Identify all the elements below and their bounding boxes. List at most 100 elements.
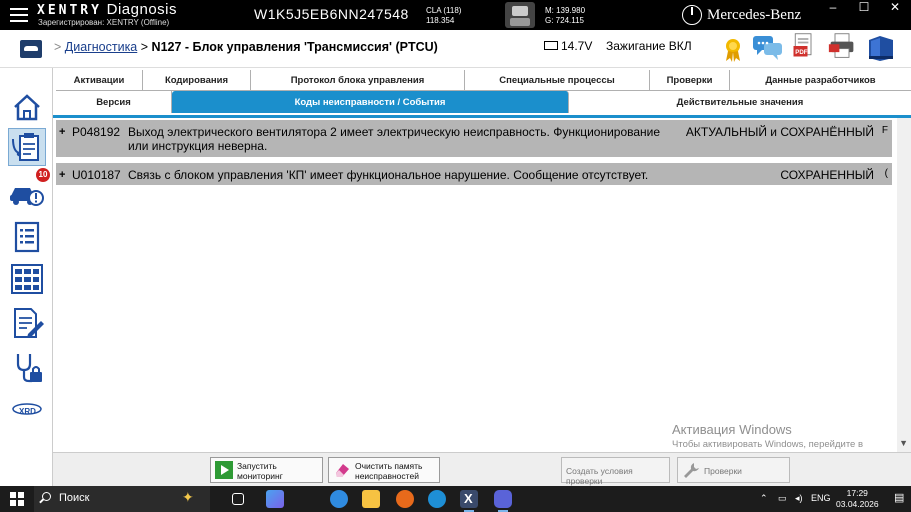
clock-date: 03.04.2026: [836, 499, 879, 509]
search-label: Поиск: [59, 492, 90, 504]
close-button[interactable]: ✕: [880, 0, 910, 16]
vehicle-model: CLA (118) 118.354: [426, 6, 461, 26]
breadcrumb-current: N127 - Блок управления 'Трансмиссия' (PT…: [151, 40, 438, 54]
notifications-icon[interactable]: ▤: [894, 491, 904, 504]
registration-status: Зарегистрирован: XENTRY (Offline): [38, 18, 170, 27]
ignition-status: Зажигание ВКЛ: [606, 39, 692, 53]
sidebar-list[interactable]: [8, 218, 46, 256]
windows-activation-watermark: Активация Windows Чтобы активировать Win…: [672, 422, 863, 450]
tab-developer-data[interactable]: Данные разработчиков: [730, 70, 911, 91]
breadcrumb-diagnostics-link[interactable]: Диагностика: [65, 40, 137, 54]
vertical-scrollbar[interactable]: ▼: [897, 118, 911, 452]
wrench-icon: [684, 463, 699, 478]
fault-status: СОХРАНЕННЫЙ: [780, 168, 874, 182]
chat-icon[interactable]: [752, 34, 784, 62]
breadcrumb-separator: >: [140, 40, 149, 54]
sidebar-xrd[interactable]: XRD: [8, 394, 46, 432]
fault-row[interactable]: + U010187 Связь с блоком управления 'КП'…: [56, 163, 892, 185]
eraser-icon: [336, 464, 349, 477]
tab-fault-codes-events[interactable]: Коды неисправности / События: [172, 91, 569, 113]
firefox-icon[interactable]: [396, 490, 414, 508]
diagnosis-clipboard-icon: [12, 133, 39, 161]
fault-list-panel: + P048192 Выход электрического вентилято…: [53, 115, 911, 452]
widgets-icon[interactable]: [266, 490, 284, 508]
vehicle-button[interactable]: [20, 40, 42, 58]
play-icon: [215, 461, 233, 479]
award-icon[interactable]: [722, 36, 744, 64]
pdf-report-icon[interactable]: PDF: [790, 32, 818, 60]
tab-version[interactable]: Версия: [56, 91, 172, 113]
taskbar-search-box[interactable]: Поиск ✦: [34, 486, 210, 512]
sidebar-security[interactable]: [8, 348, 46, 386]
tab-actual-values[interactable]: Действительные значения: [569, 91, 911, 113]
create-test-conditions-button[interactable]: Создать условия проверки: [561, 457, 670, 486]
printer-icon[interactable]: [826, 32, 858, 60]
tab-control-unit-log[interactable]: Протокол блока управления: [251, 70, 465, 91]
control-units-grid-icon: [11, 264, 43, 294]
start-monitoring-button[interactable]: Запустить мониторинг: [210, 457, 323, 483]
home-icon: [14, 94, 40, 121]
tab-codings[interactable]: Кодирования: [143, 70, 251, 91]
taskbar-clock[interactable]: 17:29 03.04.2026: [836, 488, 879, 510]
fault-status-code: F: [881, 125, 888, 136]
model-code: 118.354: [426, 16, 455, 25]
remote-app-icon[interactable]: [494, 490, 512, 512]
mileage-g: G: 724.115: [545, 16, 584, 25]
sidebar-home[interactable]: [8, 88, 46, 126]
header-bar: > Диагностика > N127 - Блок управления '…: [0, 30, 911, 68]
clear-fault-memory-button[interactable]: Очистить память неисправностей: [328, 457, 440, 483]
maximize-button[interactable]: ☐: [849, 0, 879, 16]
list-icon: [14, 221, 40, 253]
minimize-button[interactable]: –: [818, 0, 848, 16]
scroll-down-arrow-icon[interactable]: ▼: [899, 438, 908, 448]
fault-count-badge: 10: [36, 168, 50, 182]
xrd-label: XRD: [19, 407, 36, 416]
app-name: Diagnosis: [106, 1, 178, 18]
task-view-icon[interactable]: [232, 493, 244, 505]
tray-chevron-icon[interactable]: ⌃: [760, 493, 768, 504]
tab-special-processes[interactable]: Специальные процессы: [465, 70, 650, 91]
fault-description: Связь с блоком управления 'КП' имеет фун…: [128, 168, 649, 182]
mileage-info: M: 139.980 G: 724.115: [545, 6, 585, 26]
network-icon[interactable]: ▭: [778, 493, 787, 504]
windows-start-icon[interactable]: [10, 492, 24, 506]
search-icon: [42, 492, 51, 501]
sidebar-documents[interactable]: [8, 304, 46, 342]
menu-icon[interactable]: [10, 8, 28, 22]
checks-button[interactable]: Проверки: [677, 457, 790, 483]
manual-book-icon[interactable]: [866, 34, 896, 62]
language-indicator[interactable]: ENG: [811, 493, 831, 503]
xentry-x-icon: X: [464, 491, 473, 506]
sidebar-control-units[interactable]: [8, 260, 46, 298]
mileage-m: M: 139.980: [545, 6, 586, 15]
fault-code: U010187: [72, 168, 121, 182]
expand-icon[interactable]: +: [59, 169, 65, 181]
stethoscope-lock-icon: [16, 354, 42, 383]
volume-icon[interactable]: ◂): [795, 493, 803, 504]
xentry-taskbar-icon[interactable]: X: [460, 490, 478, 512]
file-explorer-icon[interactable]: [362, 490, 380, 508]
fault-status: АКТУАЛЬНЫЙ и СОХРАНЁННЫЙ: [685, 125, 874, 139]
edge-browser-icon[interactable]: [330, 490, 348, 508]
sidebar-vehicle-faults[interactable]: 10: [8, 168, 50, 212]
tab-checks[interactable]: Проверки: [650, 70, 730, 91]
diagnostic-device-icon[interactable]: [505, 2, 535, 28]
mercedes-star-icon: [682, 5, 702, 25]
breadcrumb-arrow: >: [54, 40, 62, 54]
watermark-text: Чтобы активировать Windows, перейдите в: [672, 439, 864, 450]
checks-label: Проверки: [704, 466, 742, 476]
sidebar-diagnostics[interactable]: [8, 128, 46, 166]
app-icon[interactable]: [428, 490, 446, 508]
title-bar: XENTRY Diagnosis Зарегистрирован: XENTRY…: [0, 0, 911, 30]
sparkle-icon: ✦: [182, 489, 194, 505]
expand-icon[interactable]: +: [59, 126, 65, 138]
start-monitoring-label: Запустить мониторинг: [237, 461, 283, 481]
battery-icon: [544, 41, 558, 50]
left-sidebar: 10 XRD: [0, 68, 53, 486]
app-title: XENTRY Diagnosis: [37, 1, 177, 18]
clear-fault-memory-label: Очистить память неисправностей: [355, 461, 423, 481]
tab-activations[interactable]: Активации: [56, 70, 143, 91]
clock-time: 17:29: [846, 488, 868, 498]
svg-text:PDF: PDF: [795, 49, 807, 56]
fault-row[interactable]: + P048192 Выход электрического вентилято…: [56, 120, 892, 157]
